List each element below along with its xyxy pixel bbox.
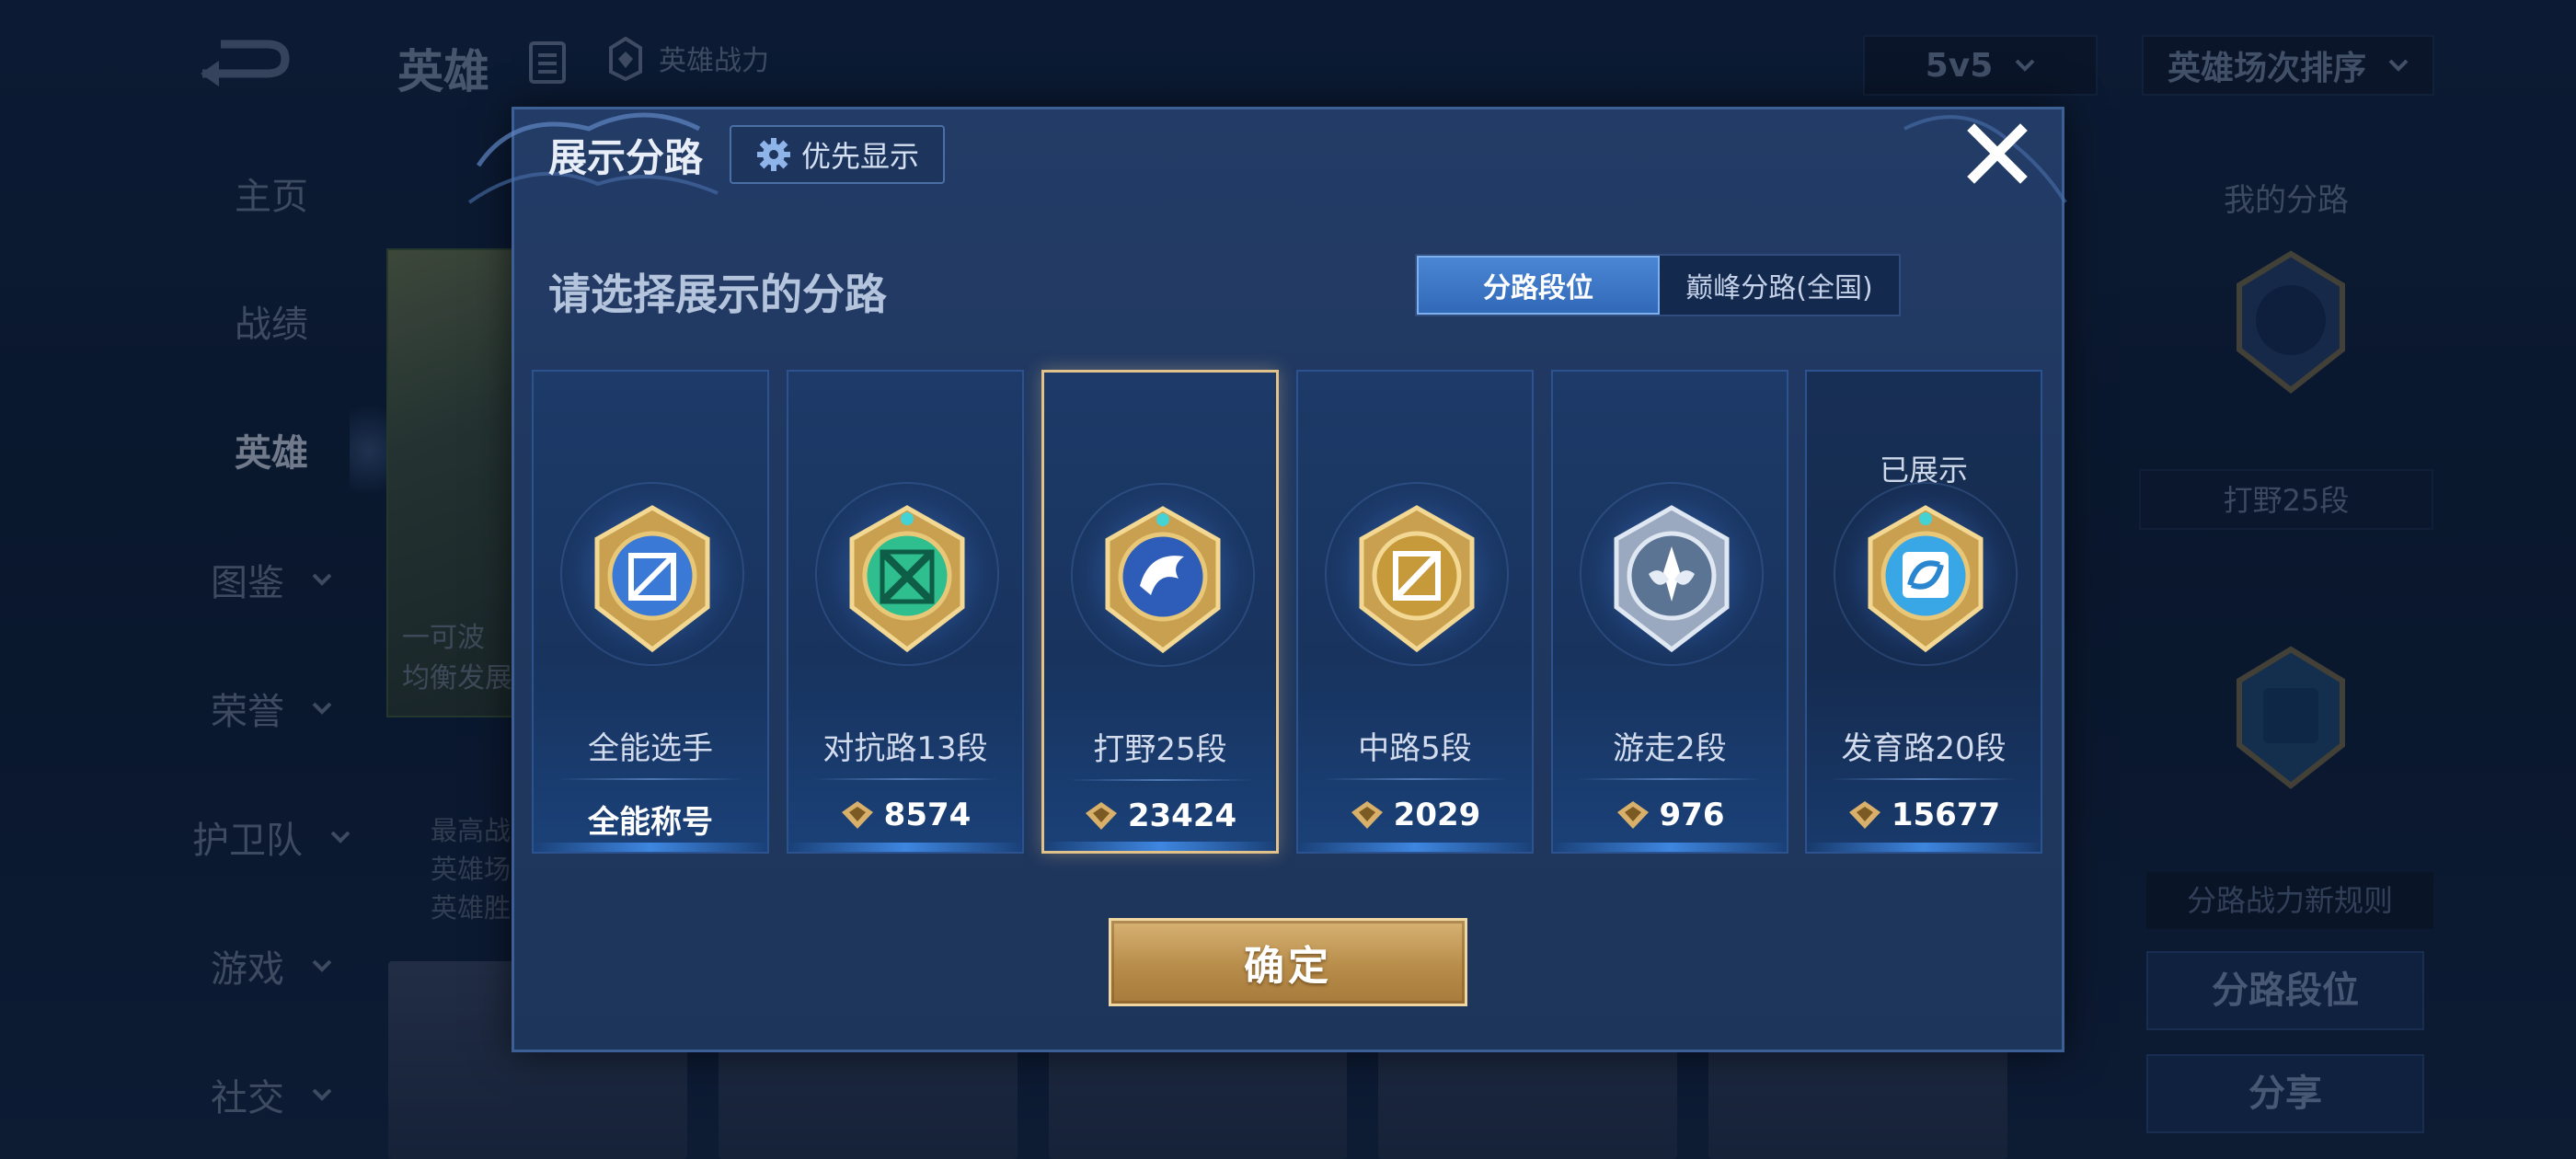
lane-card-value: 15677 — [1807, 797, 2041, 833]
lane-card-value: 976 — [1553, 797, 1787, 833]
lane-card-value: 全能称号 — [534, 797, 767, 842]
power-icon — [1848, 801, 1880, 829]
lane-card-value: 23424 — [1044, 798, 1276, 834]
lane-card-label: 发育路20段 — [1841, 730, 2007, 767]
divider — [1577, 778, 1763, 780]
priority-display-button[interactable]: 优先显示 — [730, 125, 945, 184]
divider — [812, 778, 998, 780]
power-icon — [1351, 801, 1383, 829]
lane-card-value-text: 全能称号 — [588, 804, 713, 841]
divider — [1068, 779, 1252, 781]
lane-card-all-round[interactable]: 全能选手 全能称号 — [532, 370, 769, 854]
lane-card-value-text: 23424 — [1127, 798, 1237, 834]
rank-type-toggle: 分路段位 巅峰分路(全国) — [1415, 254, 1901, 316]
lane-card-value-text: 15677 — [1891, 797, 2001, 833]
lane-card-value: 8574 — [788, 797, 1022, 833]
lane-card-label: 打野25段 — [1093, 731, 1227, 768]
priority-display-label: 优先显示 — [800, 139, 919, 174]
lane-card-value-text: 976 — [1659, 797, 1725, 833]
lane-card-value-text: 2029 — [1393, 797, 1481, 833]
power-icon — [1085, 802, 1117, 830]
divider — [558, 778, 743, 780]
lane-card-roam[interactable]: 游走2段 976 — [1551, 370, 1788, 854]
lane-card-list: 全能选手 全能称号 对抗路13段 8574 打野25段 23424 中路5段 2… — [532, 370, 2042, 854]
lane-card-label: 全能选手 — [588, 730, 713, 767]
lane-card-value: 2029 — [1298, 797, 1532, 833]
power-icon — [841, 801, 873, 829]
lane-card-clash[interactable]: 对抗路13段 8574 — [787, 370, 1024, 854]
lane-card-label: 游走2段 — [1613, 730, 1727, 767]
lane-card-label: 中路5段 — [1358, 730, 1472, 767]
roam-badge-icon — [1614, 505, 1730, 653]
mid-lane-badge-icon — [1359, 505, 1475, 653]
close-icon[interactable] — [1967, 123, 2028, 184]
power-icon — [1616, 801, 1649, 829]
all-round-badge-icon — [594, 505, 710, 653]
tab-peak-lane[interactable]: 巅峰分路(全国) — [1660, 256, 1899, 315]
confirm-button[interactable]: 确定 — [1109, 918, 1467, 1006]
tab-lane-rank[interactable]: 分路段位 — [1417, 256, 1660, 315]
lane-card-label: 对抗路13段 — [822, 730, 988, 767]
gear-icon — [756, 138, 790, 171]
divider — [1831, 778, 2017, 780]
divider — [1322, 778, 1508, 780]
lane-card-jungle[interactable]: 打野25段 23424 — [1041, 370, 1279, 854]
clash-lane-badge-icon — [849, 505, 965, 653]
dialog-subtitle: 请选择展示的分路 — [548, 270, 887, 319]
lane-card-value-text: 8574 — [883, 797, 972, 833]
farm-lane-badge-icon — [1868, 505, 1984, 653]
lane-card-farm[interactable]: 已展示 发育路20段 15677 — [1805, 370, 2042, 854]
dialog-title: 展示分路 — [548, 135, 704, 180]
jungle-badge-icon — [1105, 506, 1221, 654]
lane-card-mid[interactable]: 中路5段 2029 — [1296, 370, 1534, 854]
